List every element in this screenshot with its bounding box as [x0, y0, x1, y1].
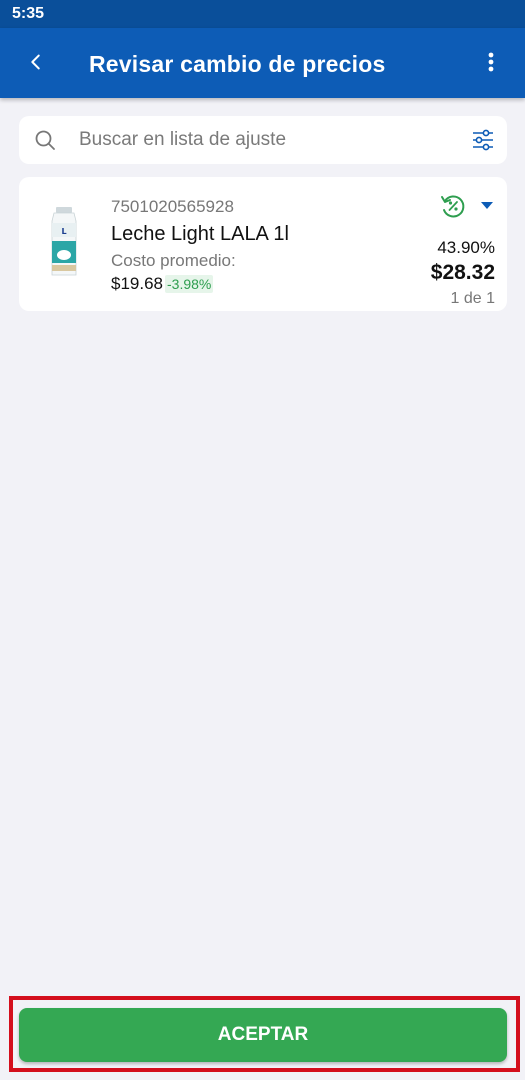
cost-label: Costo promedio:	[111, 251, 236, 270]
sliders-icon	[473, 129, 493, 151]
cost-line: $19.68 -3.98%	[111, 274, 214, 294]
margin-percent: 43.90%	[437, 238, 495, 257]
filter-button[interactable]	[469, 126, 497, 154]
search-bar	[19, 116, 507, 164]
more-vertical-icon	[488, 52, 494, 72]
search-icon	[35, 130, 55, 150]
page-title: Revisar cambio de precios	[89, 51, 386, 77]
caret-down-icon	[481, 202, 493, 209]
product-image: L	[51, 207, 77, 276]
chevron-left-icon	[31, 54, 40, 70]
expand-dropdown-button[interactable]	[477, 195, 497, 215]
accept-button[interactable]: ACEPTAR	[19, 1008, 507, 1062]
cost-change-badge: -3.98%	[165, 275, 214, 293]
discount-refresh-icon[interactable]	[439, 192, 467, 220]
product-card[interactable]: L 7501020565928 Leche Light LALA 1l Cost…	[19, 177, 507, 311]
new-price: $28.32	[430, 261, 495, 284]
product-name: Leche Light LALA 1l	[111, 223, 289, 245]
svg-text:L: L	[61, 227, 66, 236]
app-bar: Revisar cambio de precios	[0, 28, 525, 98]
status-bar: 5:35	[0, 0, 525, 28]
product-barcode: 7501020565928	[111, 197, 234, 216]
item-count: 1 de 1	[450, 290, 495, 307]
more-options-button[interactable]	[471, 42, 511, 82]
search-input[interactable]	[79, 124, 459, 156]
status-time: 5:35	[12, 5, 45, 22]
back-button[interactable]	[16, 42, 56, 82]
average-cost: $19.68	[111, 274, 163, 293]
